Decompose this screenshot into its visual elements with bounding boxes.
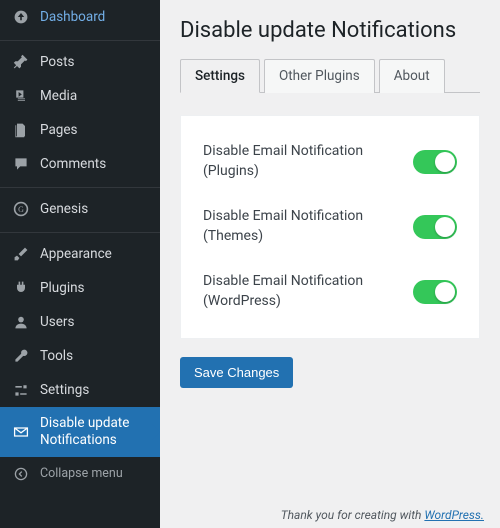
page-title: Disable update Notifications (180, 18, 480, 43)
sidebar-item-label: Posts (40, 54, 74, 70)
sidebar-item-pages[interactable]: Pages (0, 113, 160, 147)
main-content: Disable update Notifications Settings Ot… (160, 0, 500, 528)
toggle-plugins[interactable] (413, 150, 457, 174)
envelope-icon (12, 423, 30, 441)
collapse-icon (12, 465, 30, 483)
setting-row-wordpress: Disable Email Notification (WordPress) (203, 272, 457, 311)
sidebar-item-label: Genesis (40, 201, 88, 217)
svg-text:G: G (18, 205, 24, 214)
sidebar-item-posts[interactable]: Posts (0, 40, 160, 79)
sidebar-item-comments[interactable]: Comments (0, 147, 160, 181)
toggle-wordpress[interactable] (413, 280, 457, 304)
sidebar-item-label: Tools (40, 348, 73, 364)
sidebar-item-label: Users (40, 314, 74, 330)
footer-credit: Thank you for creating with WordPress. (281, 508, 484, 522)
setting-row-plugins: Disable Email Notification (Plugins) (203, 142, 457, 181)
footer-link[interactable]: WordPress. (424, 508, 484, 522)
sidebar-item-label: Settings (40, 382, 89, 398)
pin-icon (12, 53, 30, 71)
genesis-icon: G (12, 200, 30, 218)
sidebar-item-label: Comments (40, 156, 106, 172)
sidebar-item-label: Appearance (40, 246, 112, 262)
sidebar-item-plugins[interactable]: Plugins (0, 271, 160, 305)
toggle-themes[interactable] (413, 215, 457, 239)
toggle-knob (435, 217, 455, 237)
sidebar-item-settings[interactable]: Settings (0, 373, 160, 407)
media-icon (12, 87, 30, 105)
admin-sidebar: Dashboard Posts Media Pages Comments G G… (0, 0, 160, 528)
sidebar-item-label: Dashboard (40, 9, 105, 25)
user-icon (12, 313, 30, 331)
tab-about[interactable]: About (379, 59, 445, 93)
save-button[interactable]: Save Changes (180, 357, 293, 388)
wrench-icon (12, 347, 30, 365)
tab-settings[interactable]: Settings (180, 59, 260, 93)
tabs: Settings Other Plugins About (180, 59, 480, 93)
settings-card: Disable Email Notification (Plugins) Dis… (180, 115, 480, 339)
sidebar-item-label: Disable update Notifications (40, 415, 150, 449)
sidebar-item-label: Plugins (40, 280, 85, 296)
sidebar-collapse[interactable]: Collapse menu (0, 457, 160, 491)
plug-icon (12, 279, 30, 297)
sidebar-item-appearance[interactable]: Appearance (0, 232, 160, 271)
pages-icon (12, 121, 30, 139)
sliders-icon (12, 381, 30, 399)
brush-icon (12, 245, 30, 263)
dashboard-icon (12, 8, 30, 26)
sidebar-item-media[interactable]: Media (0, 79, 160, 113)
sidebar-item-tools[interactable]: Tools (0, 339, 160, 373)
sidebar-item-dashboard[interactable]: Dashboard (0, 0, 160, 34)
sidebar-item-label: Media (40, 88, 77, 104)
sidebar-item-label: Pages (40, 122, 78, 138)
sidebar-item-disable-notifications[interactable]: Disable update Notifications (0, 407, 160, 457)
setting-label: Disable Email Notification (Plugins) (203, 142, 373, 181)
sidebar-item-genesis[interactable]: G Genesis (0, 187, 160, 226)
tab-other-plugins[interactable]: Other Plugins (264, 59, 375, 93)
setting-row-themes: Disable Email Notification (Themes) (203, 207, 457, 246)
setting-label: Disable Email Notification (Themes) (203, 207, 373, 246)
sidebar-item-users[interactable]: Users (0, 305, 160, 339)
sidebar-collapse-label: Collapse menu (40, 466, 123, 481)
toggle-knob (435, 152, 455, 172)
setting-label: Disable Email Notification (WordPress) (203, 272, 373, 311)
toggle-knob (435, 282, 455, 302)
comment-icon (12, 155, 30, 173)
footer-text: Thank you for creating with (281, 508, 425, 522)
